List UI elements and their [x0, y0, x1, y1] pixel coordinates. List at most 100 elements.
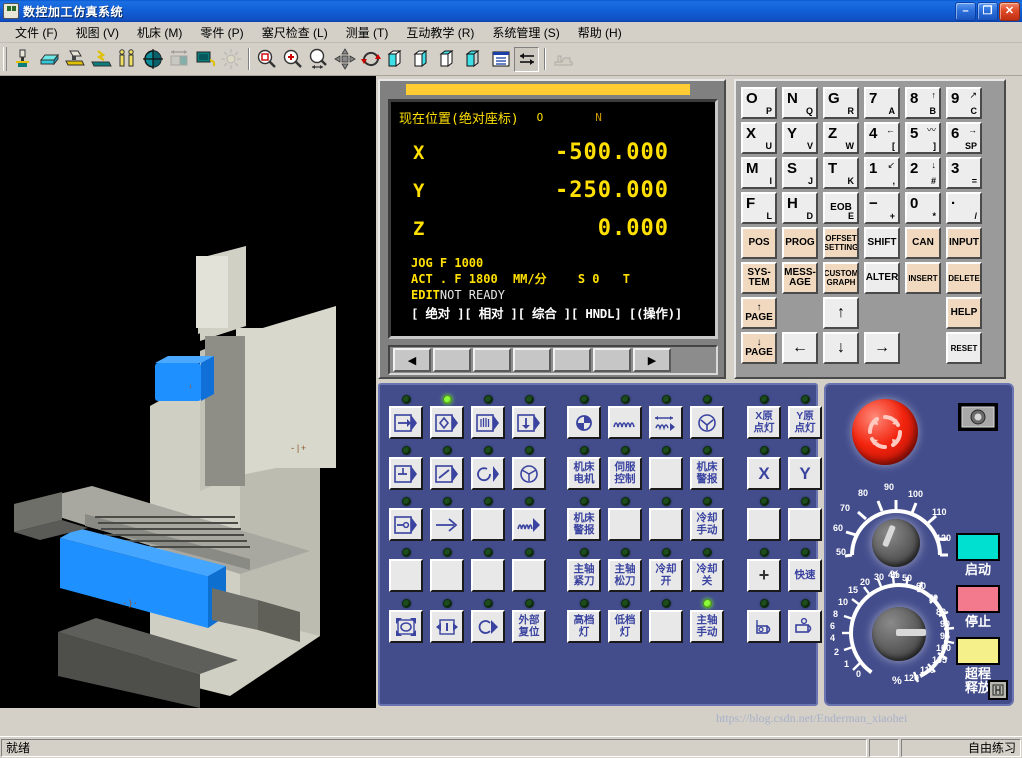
- blank-button-6[interactable]: [788, 508, 822, 541]
- coolant-on-button[interactable]: 冷却开: [649, 559, 683, 592]
- jog-plus-button[interactable]: +: [747, 559, 781, 592]
- softkey-5[interactable]: [593, 348, 631, 372]
- close-button[interactable]: ✕: [999, 1, 1020, 21]
- jog-button[interactable]: [608, 406, 642, 439]
- machine-3d-viewport[interactable]: ↓ ·)· -|+: [0, 76, 376, 708]
- blank-button-2[interactable]: [471, 508, 505, 541]
- key-5[interactable]: 5] 〰: [905, 122, 941, 154]
- mdi-mode-button[interactable]: [471, 406, 505, 439]
- key-blank[interactable]: · /: [946, 192, 982, 224]
- menu-part[interactable]: 零件 (P): [191, 22, 252, 43]
- swap-view-icon[interactable]: [514, 46, 539, 72]
- key-prog[interactable]: PROG: [782, 227, 818, 259]
- softkey-next[interactable]: ▶: [633, 348, 671, 372]
- blank-button-1[interactable]: [649, 457, 683, 490]
- x-origin-lamp[interactable]: X原 点灯: [747, 406, 781, 439]
- servo-control-button[interactable]: 伺服 控制: [608, 457, 642, 490]
- zoom-in-icon[interactable]: [280, 47, 305, 72]
- spindle-dial-knob[interactable]: [872, 607, 926, 661]
- key-page[interactable]: ↑ PAGE: [741, 297, 777, 329]
- menu-interactive-teaching[interactable]: 互动教学 (R): [397, 22, 483, 43]
- key-input[interactable]: INPUT: [946, 227, 982, 259]
- view-top-icon[interactable]: [436, 47, 461, 72]
- machine-alarm-button[interactable]: 机床 警报: [690, 457, 724, 490]
- key-t[interactable]: TK: [823, 157, 859, 189]
- zero-point-icon[interactable]: [140, 47, 165, 72]
- measure-tool-icon[interactable]: [114, 47, 139, 72]
- spindle-clamp-button[interactable]: 主轴 紧刀: [567, 559, 601, 592]
- key-sys-tem[interactable]: SYS- TEM: [741, 262, 777, 294]
- key-h[interactable]: HD: [782, 192, 818, 224]
- dnc-transfer-icon[interactable]: [192, 47, 217, 72]
- menu-measure[interactable]: 测量 (T): [337, 22, 398, 43]
- inc-feed-button[interactable]: [649, 406, 683, 439]
- spindle-manual-button[interactable]: 主轴 手动: [690, 610, 724, 643]
- optional-stop-button[interactable]: [471, 457, 505, 490]
- key-blank[interactable]: ↓: [823, 332, 859, 364]
- blank-button-9[interactable]: [430, 559, 464, 592]
- external-reset-button[interactable]: 外部 复位: [512, 610, 546, 643]
- light-icon[interactable]: [218, 47, 243, 72]
- machine-view-icon[interactable]: [550, 47, 575, 72]
- key-g[interactable]: GR: [823, 87, 859, 119]
- key-delete[interactable]: DELETE: [946, 262, 982, 294]
- dry-run-button[interactable]: [512, 457, 546, 490]
- key-shift[interactable]: SHIFT: [864, 227, 900, 259]
- axis-y-button[interactable]: Y: [788, 457, 822, 490]
- view-iso-icon[interactable]: [410, 47, 435, 72]
- high-gear-lamp[interactable]: 高档灯: [567, 610, 601, 643]
- key-page[interactable]: ↓ PAGE: [741, 332, 777, 364]
- key-3[interactable]: 3 =: [946, 157, 982, 189]
- blank-button-12[interactable]: [649, 610, 683, 643]
- blank-button-10[interactable]: [471, 559, 505, 592]
- block-skip-button[interactable]: [430, 457, 464, 490]
- softkey-1[interactable]: [433, 348, 471, 372]
- softkey-4[interactable]: [553, 348, 591, 372]
- minimize-button[interactable]: –: [955, 1, 976, 21]
- menu-feeler-check[interactable]: 塞尺检查 (L): [253, 22, 337, 43]
- key-4[interactable]: 4 [←: [864, 122, 900, 154]
- feed-override-dial[interactable]: 50 60 70 80 90 100 110 120 %: [833, 477, 952, 581]
- edit-mode-button[interactable]: [430, 406, 464, 439]
- spindle-unclamp-button[interactable]: 主轴 松刀: [608, 559, 642, 592]
- axis-x-button[interactable]: X: [747, 457, 781, 490]
- softkey-3[interactable]: [513, 348, 551, 372]
- spindle-cw-button[interactable]: [471, 610, 505, 643]
- key-insert[interactable]: INSERT: [905, 262, 941, 294]
- coolant-manual-button[interactable]: 冷却 手动: [690, 508, 724, 541]
- tool-length-button[interactable]: [430, 610, 464, 643]
- ref-return-button[interactable]: [567, 406, 601, 439]
- pan-icon[interactable]: [332, 47, 357, 72]
- key-reset[interactable]: RESET: [946, 332, 982, 364]
- spindle-stop-button[interactable]: [788, 610, 822, 643]
- spindle-override-dial[interactable]: 0 1 2 4 6 8 10 15 20 30 40 50 60 70 80 9…: [830, 570, 962, 691]
- key-offset-setting[interactable]: OFFSET SETTING: [823, 227, 859, 259]
- menu-machine[interactable]: 机床 (M): [128, 22, 191, 43]
- fixture-icon[interactable]: [62, 47, 87, 72]
- low-gear-lamp[interactable]: 低档灯: [608, 610, 642, 643]
- softkey-prev[interactable]: ◀: [393, 348, 431, 372]
- y-origin-lamp[interactable]: Y原 点灯: [788, 406, 822, 439]
- machine-alarm-2-button[interactable]: 机床 警报: [567, 508, 601, 541]
- key-x[interactable]: XU: [741, 122, 777, 154]
- overtravel-release-button[interactable]: [956, 637, 1000, 665]
- key-pos[interactable]: POS: [741, 227, 777, 259]
- menu-view[interactable]: 视图 (V): [67, 22, 128, 43]
- menu-system-management[interactable]: 系统管理 (S): [483, 22, 568, 43]
- key-z[interactable]: ZW: [823, 122, 859, 154]
- machine-motor-button[interactable]: 机床 电机: [567, 457, 601, 490]
- coolant-off-button[interactable]: 冷却关: [690, 559, 724, 592]
- rapid-button[interactable]: 快速: [788, 559, 822, 592]
- cnc-lcd-screen[interactable]: 现在位置(绝对座标) O N X -500.000 Y -250.000 Z 0…: [391, 102, 715, 336]
- softkey-2[interactable]: [473, 348, 511, 372]
- menu-help[interactable]: 帮助 (H): [569, 22, 631, 43]
- machine-lock-button[interactable]: [389, 508, 423, 541]
- single-block-button[interactable]: [389, 457, 423, 490]
- key-7[interactable]: 7A: [864, 87, 900, 119]
- key-2[interactable]: 2 # ↓: [905, 157, 941, 189]
- panel-corner-icon[interactable]: [988, 680, 1008, 700]
- key-blank[interactable]: ←: [782, 332, 818, 364]
- view-solid-icon[interactable]: [462, 47, 487, 72]
- key-9[interactable]: 9 C ↗: [946, 87, 982, 119]
- key-0[interactable]: 0 *: [905, 192, 941, 224]
